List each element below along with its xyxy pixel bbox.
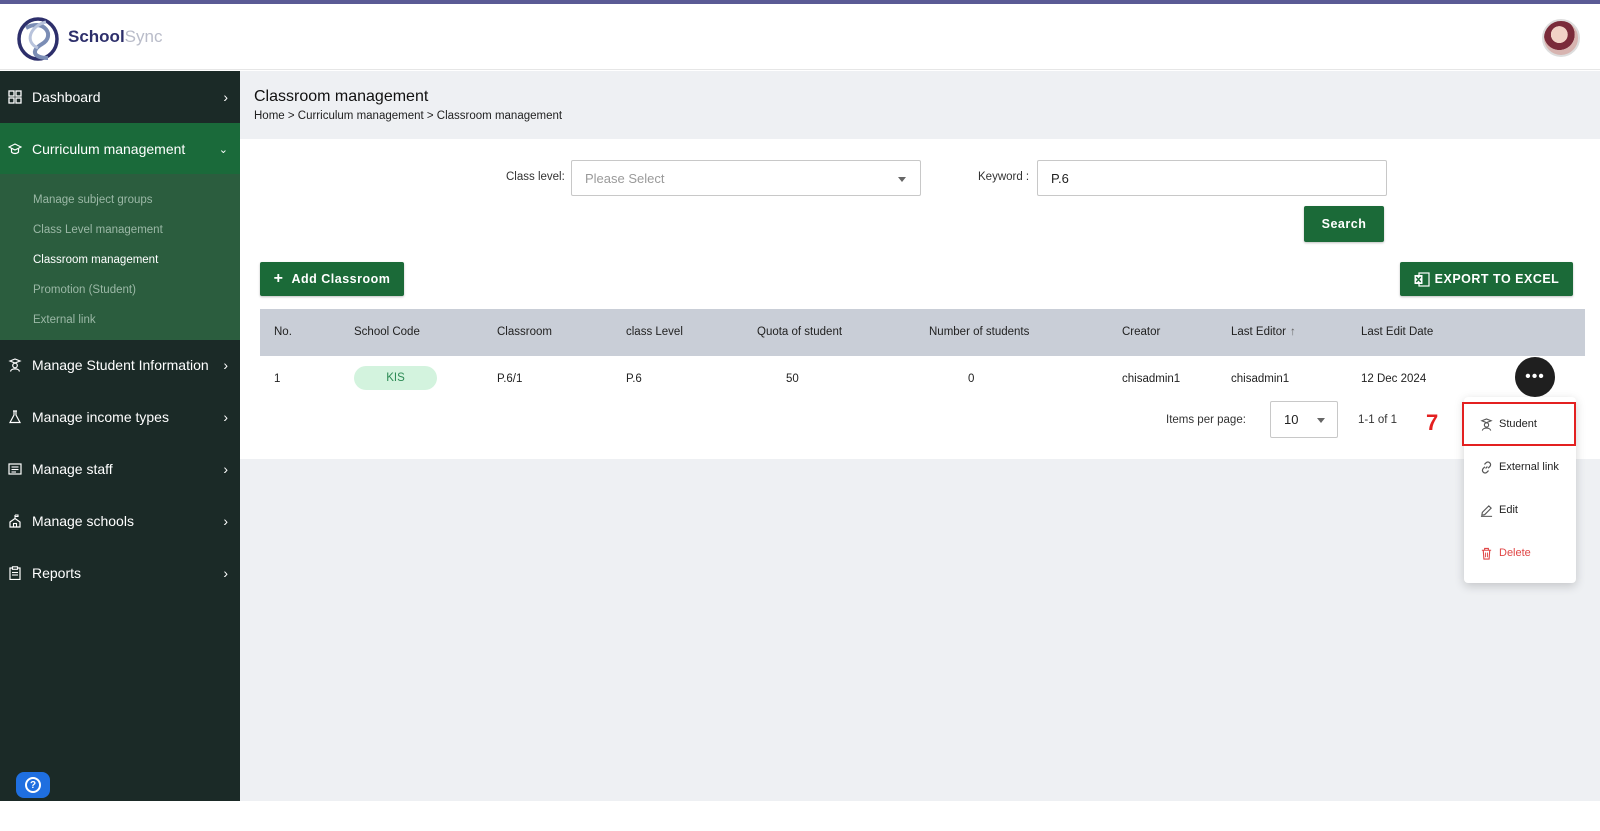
student-highlight-box bbox=[1462, 402, 1576, 446]
chevron-right-icon: › bbox=[223, 461, 228, 477]
class-level-label: Class level: bbox=[506, 171, 565, 183]
pencil-icon bbox=[1479, 504, 1493, 517]
cell-class-level: P.6 bbox=[626, 373, 642, 385]
column-header-class-level: class Level bbox=[626, 326, 683, 338]
export-excel-button[interactable]: EXPORT TO EXCEL bbox=[1400, 262, 1573, 296]
submenu-class-level-management[interactable]: Class Level management bbox=[33, 224, 163, 236]
menu-item-external-link[interactable]: External link bbox=[1464, 447, 1576, 487]
brand-primary: School bbox=[68, 27, 125, 46]
sidebar: Dashboard › Curriculum management ⌄ Mana… bbox=[0, 71, 240, 801]
items-per-page-label: Items per page: bbox=[1166, 414, 1246, 426]
chevron-right-icon: › bbox=[223, 409, 228, 425]
items-per-page-value: 10 bbox=[1284, 412, 1299, 427]
arrow-up-icon: ↑ bbox=[1289, 326, 1296, 338]
submenu-manage-subject-groups[interactable]: Manage subject groups bbox=[33, 194, 153, 206]
trash-icon bbox=[1479, 547, 1493, 560]
chevron-right-icon: › bbox=[223, 357, 228, 373]
link-icon bbox=[1479, 460, 1493, 474]
chevron-right-icon: › bbox=[223, 565, 228, 581]
sidebar-item-label: Manage Student Information bbox=[32, 357, 209, 373]
school-code-chip: KIS bbox=[354, 366, 437, 390]
menu-item-label: Edit bbox=[1499, 504, 1518, 516]
sidebar-item-reports[interactable]: Reports › bbox=[0, 547, 240, 599]
items-per-page-select[interactable]: 10 bbox=[1270, 401, 1338, 438]
search-button[interactable]: Search bbox=[1304, 206, 1384, 242]
add-classroom-label: Add Classroom bbox=[291, 272, 391, 286]
grid-icon bbox=[8, 90, 22, 104]
page-title: Classroom management bbox=[254, 88, 429, 105]
excel-icon bbox=[1414, 271, 1430, 287]
column-header-classroom: Classroom bbox=[497, 326, 552, 338]
sidebar-item-label: Reports bbox=[32, 565, 82, 581]
table-header: No. School Code Classroom class Level Qu… bbox=[260, 309, 1585, 356]
student-icon bbox=[8, 358, 22, 372]
cell-classroom: P.6/1 bbox=[497, 373, 523, 385]
more-horizontal-icon: ••• bbox=[1525, 368, 1545, 385]
add-classroom-button[interactable]: + Add Classroom bbox=[260, 262, 404, 296]
clipboard-icon bbox=[8, 566, 22, 580]
sidebar-item-dashboard[interactable]: Dashboard › bbox=[0, 71, 240, 123]
class-level-select[interactable]: Please Select bbox=[571, 160, 921, 196]
cell-number-of-students: 0 bbox=[968, 373, 975, 385]
chevron-right-icon: › bbox=[223, 513, 228, 529]
graduation-cap-icon bbox=[8, 142, 22, 156]
column-header-school-code: School Code bbox=[354, 326, 420, 338]
menu-item-label: Delete bbox=[1499, 547, 1531, 559]
breadcrumb: Home > Curriculum management > Classroom… bbox=[254, 110, 563, 122]
chevron-right-icon: › bbox=[223, 89, 228, 105]
dropdown-caret-icon bbox=[1317, 418, 1325, 423]
sidebar-item-income-types[interactable]: Manage income types › bbox=[0, 391, 240, 443]
sidebar-item-label: Manage schools bbox=[32, 513, 134, 529]
step-annotation: 7 bbox=[1426, 410, 1439, 435]
menu-item-delete[interactable]: Delete bbox=[1464, 533, 1576, 573]
school-sync-logo bbox=[17, 17, 59, 61]
cell-creator: chisadmin1 bbox=[1122, 373, 1181, 385]
sidebar-item-label: Manage staff bbox=[32, 461, 113, 477]
help-button[interactable]: ? bbox=[16, 772, 50, 798]
column-header-quota: Quota of student bbox=[757, 326, 843, 338]
question-icon: ? bbox=[25, 777, 41, 793]
dropdown-caret-icon bbox=[898, 177, 906, 182]
column-header-no: No. bbox=[274, 326, 292, 338]
class-level-placeholder: Please Select bbox=[585, 171, 665, 186]
pagination-range: 1-1 of 1 bbox=[1358, 414, 1397, 426]
user-avatar[interactable] bbox=[1542, 19, 1580, 57]
cell-no: 1 bbox=[274, 373, 281, 385]
flask-icon bbox=[8, 410, 22, 424]
school-icon bbox=[8, 514, 22, 528]
app-header: SchoolSync bbox=[0, 4, 1600, 70]
last-editor-header-label: Last Editor bbox=[1231, 326, 1286, 338]
sidebar-item-curriculum[interactable]: Curriculum management ⌄ bbox=[0, 123, 240, 175]
id-card-icon bbox=[8, 462, 22, 476]
brand-secondary: Sync bbox=[124, 27, 163, 46]
brand-name: SchoolSync bbox=[68, 27, 162, 47]
sidebar-item-label: Manage income types bbox=[32, 409, 169, 425]
chevron-down-icon: ⌄ bbox=[218, 144, 228, 156]
sidebar-item-student-information[interactable]: Manage Student Information › bbox=[0, 339, 240, 391]
cell-last-edit-date: 12 Dec 2024 bbox=[1361, 373, 1427, 385]
sidebar-item-staff[interactable]: Manage staff › bbox=[0, 443, 240, 495]
column-header-number-of-students: Number of students bbox=[929, 326, 1030, 338]
sidebar-item-label: Dashboard bbox=[32, 89, 101, 105]
sidebar-item-label: Curriculum management bbox=[32, 141, 186, 157]
cell-quota: 50 bbox=[786, 373, 799, 385]
submenu-promotion-student[interactable]: Promotion (Student) bbox=[33, 284, 136, 296]
menu-item-label: External link bbox=[1499, 461, 1559, 473]
menu-item-edit[interactable]: Edit bbox=[1464, 490, 1576, 530]
submenu-external-link[interactable]: External link bbox=[33, 314, 96, 326]
sidebar-item-schools[interactable]: Manage schools › bbox=[0, 495, 240, 547]
column-header-last-editor[interactable]: Last Editor ↑ bbox=[1231, 326, 1296, 338]
keyword-input[interactable]: P.6 bbox=[1037, 160, 1387, 196]
column-header-creator: Creator bbox=[1122, 326, 1161, 338]
cell-last-editor: chisadmin1 bbox=[1231, 373, 1290, 385]
row-actions-button[interactable]: ••• bbox=[1515, 357, 1555, 397]
keyword-label: Keyword : bbox=[978, 171, 1030, 183]
export-label: EXPORT TO EXCEL bbox=[1434, 272, 1560, 286]
plus-icon: + bbox=[273, 270, 284, 287]
column-header-last-edit-date: Last Edit Date bbox=[1361, 326, 1434, 338]
submenu-classroom-management[interactable]: Classroom management bbox=[33, 254, 158, 266]
